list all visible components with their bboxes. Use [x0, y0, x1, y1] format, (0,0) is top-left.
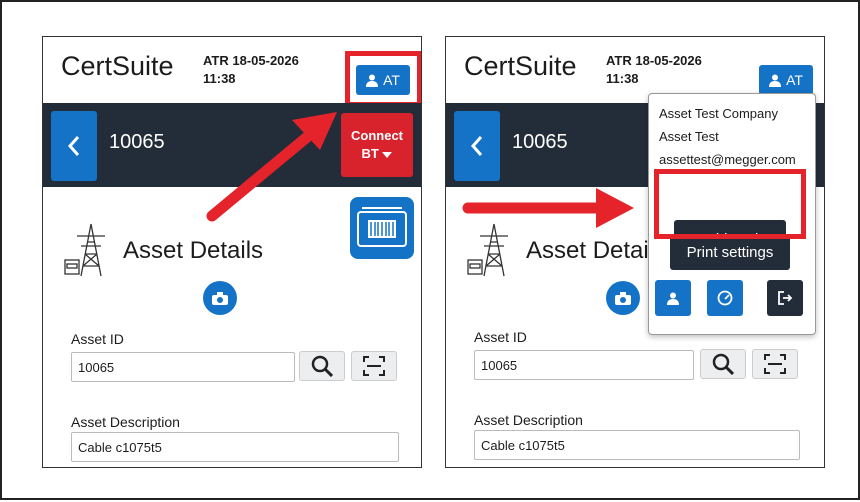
screenshot-frame: CertSuite ATR 18-05-2026 11:38 AT 10065 …	[0, 0, 860, 500]
arrow-to-user-button	[206, 112, 337, 222]
annotation-arrows	[206, 112, 634, 228]
arrow-to-enable-print	[462, 188, 634, 228]
